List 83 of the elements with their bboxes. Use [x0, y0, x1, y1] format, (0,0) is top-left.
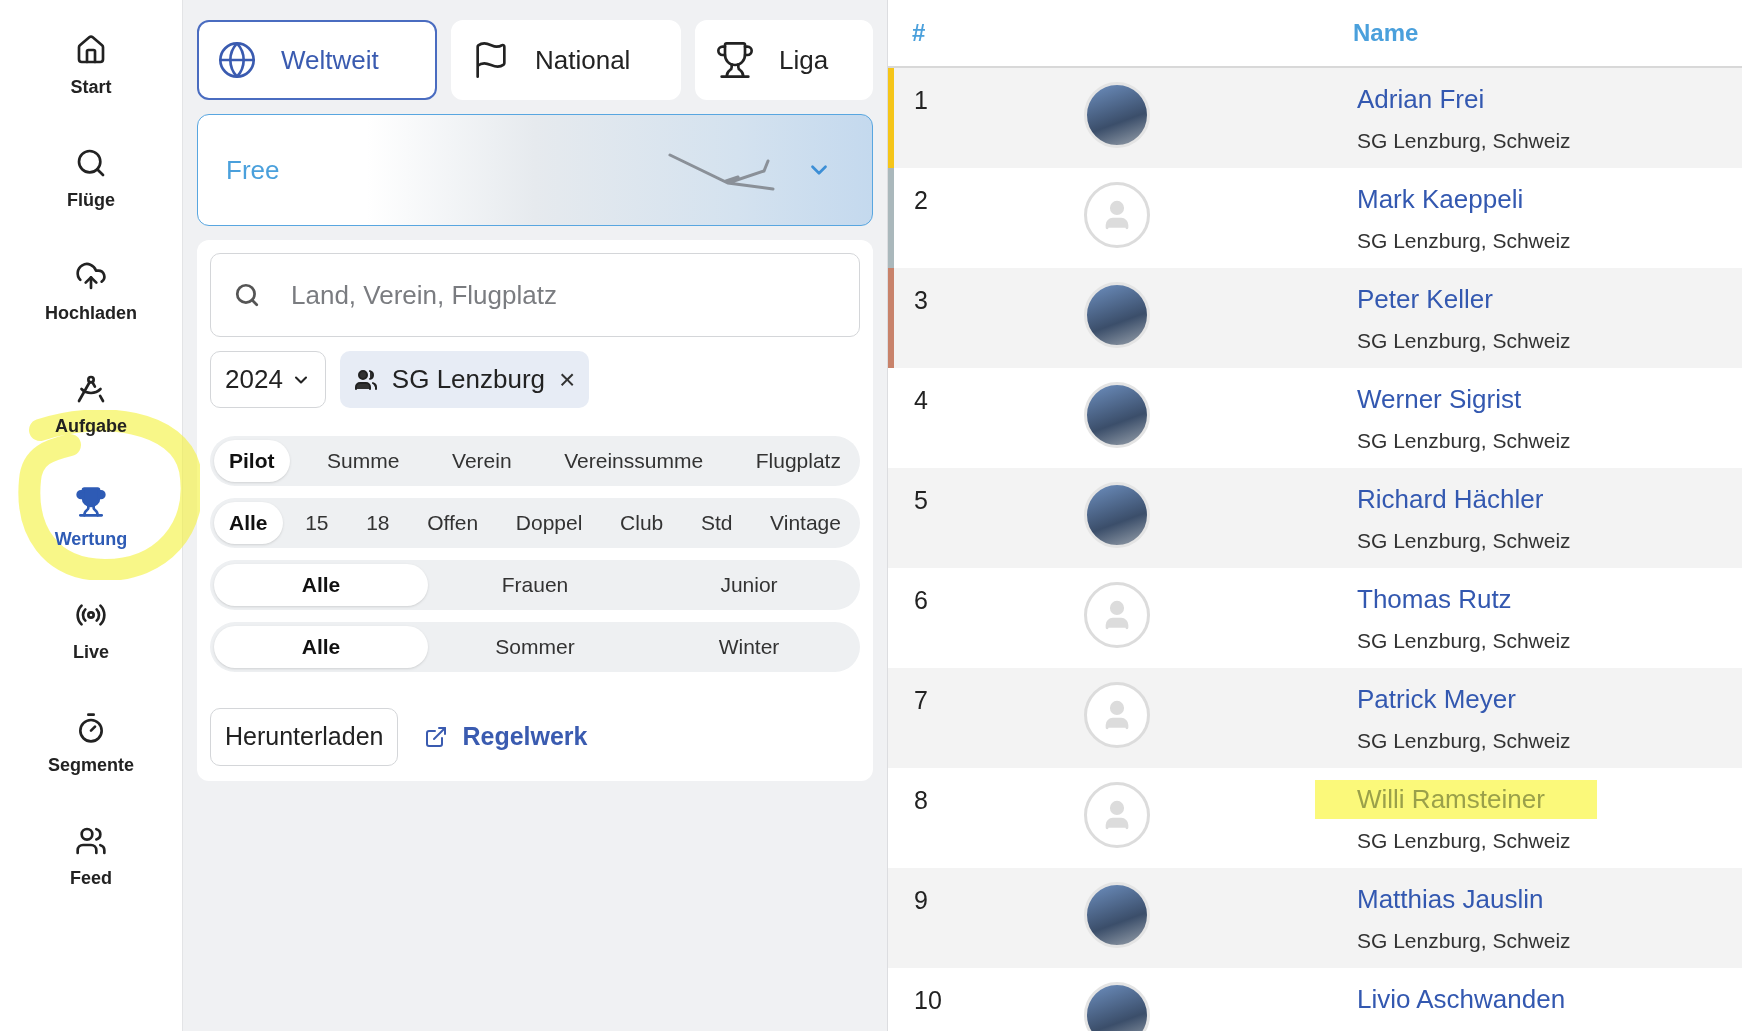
chip-close-button[interactable]: ×	[559, 365, 576, 394]
pilot-name-link[interactable]: Adrian Frei	[1357, 80, 1485, 119]
chip-label: SG Lenzburg	[391, 363, 546, 396]
sidebar-icon	[75, 147, 107, 179]
ranking-row[interactable]: 1 Adrian Frei SG Lenzburg, Schweiz	[888, 68, 1742, 168]
rank-cell-text: 4	[914, 385, 929, 416]
rank-cell-text: 1	[914, 85, 929, 116]
sidebar-icon	[75, 34, 107, 66]
sidebar-icon	[75, 373, 107, 405]
rank-cell-text: 10	[914, 985, 943, 1016]
segment-option[interactable]: 15	[290, 502, 344, 544]
ranking-row[interactable]: 9 Matthias Jauslin SG Lenzburg, Schweiz	[888, 868, 1742, 968]
pilot-name-link[interactable]: Matthias Jauslin	[1357, 880, 1544, 919]
scope-tab[interactable]: National	[451, 20, 681, 100]
segment-option[interactable]: Sommer	[428, 626, 642, 668]
pilot-name-link[interactable]: Richard Hächler	[1357, 480, 1544, 519]
segment-option[interactable]: Pilot	[214, 440, 290, 482]
segment-option[interactable]: Offen	[412, 502, 494, 544]
tab-icon	[715, 40, 755, 80]
segment-option[interactable]: 18	[351, 502, 405, 544]
column-header: Name	[1353, 18, 1419, 48]
segment-option[interactable]: Doppel	[500, 502, 598, 544]
segment-option[interactable]: Verein	[437, 440, 527, 482]
rank-cell-text: 2	[914, 185, 929, 216]
tab-icon	[217, 40, 257, 80]
club-text: SG Lenzburg, Schweiz	[1357, 228, 1571, 254]
club-text: SG Lenzburg, Schweiz	[1357, 828, 1572, 854]
sidebar-item[interactable]: Flüge	[67, 147, 115, 214]
segment-option[interactable]: Club	[605, 502, 679, 544]
segment-option[interactable]: Flugplatz	[740, 440, 856, 482]
pilot-name-link[interactable]: Livio Aschwanden	[1357, 980, 1566, 1019]
scope-tab[interactable]: Weltweit	[197, 20, 437, 100]
sidebar-item[interactable]: Segmente	[48, 712, 134, 779]
sidebar-item[interactable]: Wertung	[54, 486, 128, 553]
sidebar-item[interactable]: Hochladen	[45, 260, 137, 327]
year-select[interactable]: 2024	[210, 351, 326, 408]
club-text: SG Lenzburg, Schweiz	[1357, 528, 1571, 554]
club-text: SG Lenzburg, Schweiz	[1357, 128, 1571, 154]
pilot-name-link[interactable]: Mark Kaeppeli	[1357, 180, 1524, 219]
pilot-name-link[interactable]: Werner Sigrist	[1357, 380, 1522, 419]
club-text: SG Lenzburg, Schweiz	[1357, 928, 1571, 954]
segment-option[interactable]: Alle	[214, 502, 283, 544]
segment-option[interactable]: Frauen	[428, 564, 642, 606]
rank-cell-text: 5	[914, 485, 929, 516]
sidebar-item[interactable]: Start	[70, 34, 112, 101]
club-text: SG Lenzburg, Schweiz	[1357, 328, 1571, 354]
ranking-row[interactable]: 5 Richard Hächler SG Lenzburg, Schweiz	[888, 468, 1742, 568]
rank-cell-text: 8	[914, 785, 929, 816]
club-text: SG Lenzburg, Schweiz	[1357, 628, 1571, 654]
segment-option[interactable]: Summe	[312, 440, 415, 482]
external-link-icon	[424, 725, 449, 749]
club-text: SG Lenzburg, Schweiz	[1357, 428, 1571, 454]
segment-option[interactable]: Alle	[214, 564, 428, 606]
rules-link[interactable]: Regelwerk	[424, 718, 588, 756]
sidebar-icon	[75, 825, 107, 857]
group-icon	[353, 367, 378, 392]
sidebar-icon	[75, 260, 107, 292]
column-header: #	[912, 18, 927, 48]
scope-tab[interactable]: Liga	[695, 20, 873, 100]
sidebar-icon	[75, 486, 107, 518]
search-field[interactable]: Land, Verein, Flugplatz	[210, 253, 860, 337]
rank-cell-text: 6	[914, 585, 929, 616]
segment-option[interactable]: Vintage	[755, 502, 856, 544]
ranking-row[interactable]: 3 Peter Keller SG Lenzburg, Schweiz	[888, 268, 1742, 368]
segment-option[interactable]: Vereinssumme	[549, 440, 719, 482]
pilot-name-link[interactable]: Thomas Rutz	[1357, 580, 1512, 619]
segment-option[interactable]: Junior	[642, 564, 856, 606]
rank-cell-text: 3	[914, 285, 929, 316]
avatar-photo-placeholder	[1084, 982, 1150, 1031]
pilot-name-link[interactable]: Peter Keller	[1357, 280, 1493, 319]
rank-cell-text: 9	[914, 885, 929, 916]
club-text: SG Lenzburg, Schweiz	[1357, 728, 1571, 754]
search-icon	[234, 282, 260, 308]
segment-option[interactable]: Winter	[642, 626, 856, 668]
segment-option[interactable]: Alle	[214, 626, 428, 668]
segment-option[interactable]: Std	[685, 502, 748, 544]
sidebar-item[interactable]: Feed	[70, 825, 112, 892]
rank-cell-text: 7	[914, 685, 929, 716]
pilot-name-link[interactable]: Patrick Meyer	[1357, 680, 1516, 719]
ranking-row[interactable]: 7 Patrick Meyer SG Lenzburg, Schweiz	[888, 668, 1742, 768]
sidebar-item[interactable]: Live	[73, 599, 109, 666]
sidebar-item[interactable]: Aufgabe	[55, 373, 127, 440]
download-button[interactable]: Herunterladen	[210, 708, 399, 766]
